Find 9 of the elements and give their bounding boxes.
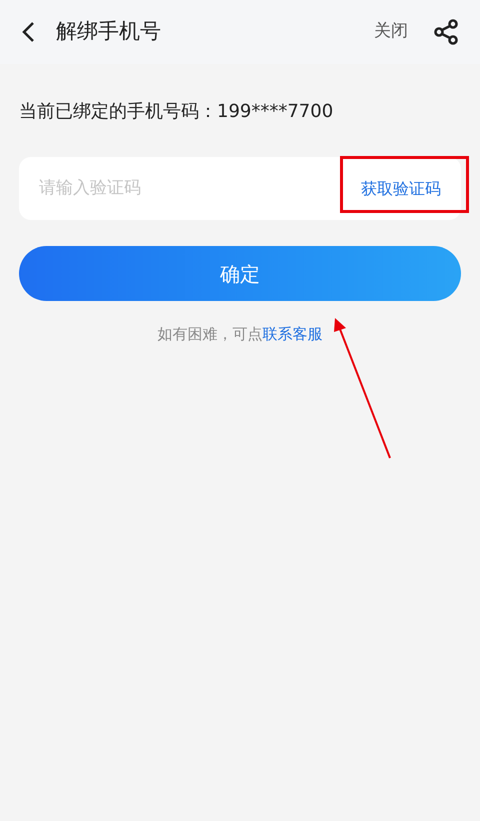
contact-support-link[interactable]: 联系客服: [262, 325, 322, 343]
get-code-button[interactable]: 获取验证码: [361, 176, 441, 200]
help-text: 如有困难，可点联系客服: [156, 324, 324, 345]
close-button[interactable]: 关闭: [374, 19, 408, 45]
page-title: 解绑手机号: [56, 18, 161, 46]
bound-phone-text: 当前已绑定的手机号码：199****7700: [19, 100, 334, 124]
share-icon[interactable]: [432, 18, 460, 46]
confirm-button[interactable]: 确定: [19, 246, 461, 301]
code-field[interactable]: 请输入验证码 获取验证码: [19, 157, 461, 220]
